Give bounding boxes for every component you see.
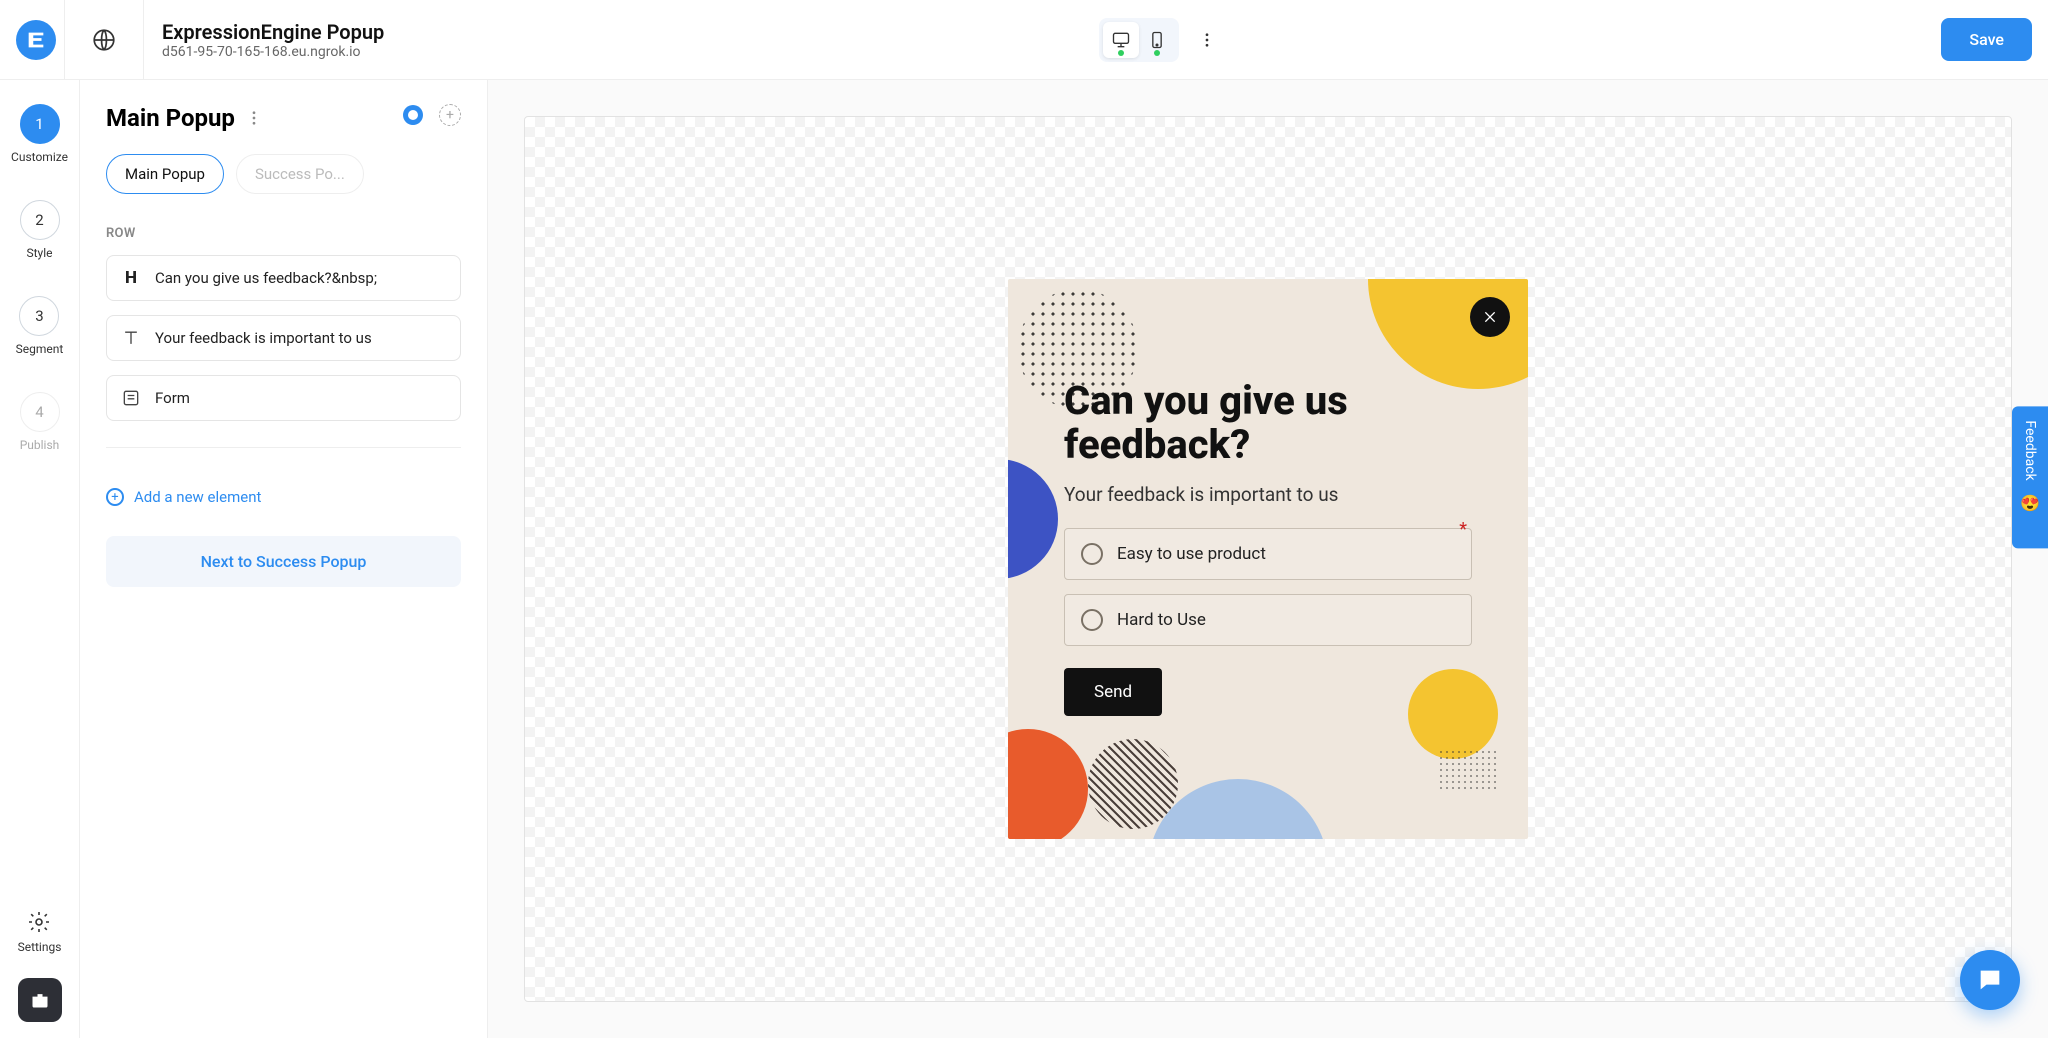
popup-heading[interactable]: Can you give us feedback? <box>1064 379 1472 467</box>
rail-step-customize[interactable]: 1 Customize <box>11 104 68 164</box>
app-logo[interactable] <box>16 20 56 60</box>
status-dot <box>1154 50 1160 56</box>
header-more-menu[interactable] <box>1187 20 1227 60</box>
rail-step-number: 1 <box>20 104 60 144</box>
header-title: ExpressionEngine Popup <box>162 20 384 44</box>
next-to-success-button[interactable]: Next to Success Popup <box>106 536 461 587</box>
rail-settings[interactable]: Settings <box>18 910 62 954</box>
decor-circle-blue <box>1008 459 1058 579</box>
globe-icon <box>91 27 117 53</box>
device-mobile-button[interactable] <box>1139 22 1175 58</box>
rail-step-label: Publish <box>20 438 60 452</box>
editor-panel: Main Popup + Main Popup Success Po... RO… <box>80 80 488 1038</box>
decor-scribble <box>1438 749 1498 789</box>
heading-icon: H <box>121 268 141 288</box>
chat-fab[interactable] <box>1960 950 2020 1010</box>
row-item-text: Form <box>155 389 190 407</box>
site-scope-button[interactable] <box>64 0 144 79</box>
logo-icon <box>25 29 47 51</box>
popup-send-button[interactable]: Send <box>1064 668 1162 716</box>
chat-icon <box>1976 966 2004 994</box>
canvas-area: Can you give us feedback? Your feedback … <box>488 80 2048 1038</box>
popup-option-label: Easy to use product <box>1117 544 1266 564</box>
left-rail: 1 Customize 2 Style 3 Segment 4 Publish … <box>0 80 80 1038</box>
rail-step-label: Customize <box>11 150 68 164</box>
radio-icon <box>1081 543 1103 565</box>
panel-add-button[interactable]: + <box>439 104 461 126</box>
more-vertical-icon <box>1198 31 1216 49</box>
header-title-block: ExpressionEngine Popup d561-95-70-165-16… <box>162 20 384 60</box>
popup-option-2[interactable]: Hard to Use <box>1064 594 1472 646</box>
status-dot <box>1118 50 1124 56</box>
rail-step-segment[interactable]: 3 Segment <box>16 296 64 356</box>
decor-hatch <box>1088 739 1178 829</box>
popup-tabs: Main Popup Success Po... <box>106 154 461 194</box>
rail-step-number: 2 <box>20 200 60 240</box>
header-subtitle: d561-95-70-165-168.eu.ngrok.io <box>162 44 384 60</box>
radio-icon <box>1081 609 1103 631</box>
artboard-frame[interactable]: Can you give us feedback? Your feedback … <box>524 116 2012 1002</box>
feedback-emoji-icon: 😍 <box>2020 493 2040 512</box>
row-section-label: ROW <box>106 226 461 241</box>
mobile-icon <box>1147 30 1167 50</box>
gear-icon <box>27 910 51 934</box>
feedback-side-tab[interactable]: Feedback 😍 <box>2012 407 2048 548</box>
rail-step-number: 3 <box>19 296 59 336</box>
row-form-element[interactable]: Form <box>106 375 461 421</box>
popup-close-button[interactable] <box>1470 297 1510 337</box>
rail-step-label: Style <box>26 246 52 260</box>
rail-step-number: 4 <box>20 392 60 432</box>
panel-title: Main Popup <box>106 104 235 132</box>
panel-active-toggle[interactable] <box>403 105 423 125</box>
decor-circle-red <box>1008 729 1088 839</box>
panel-divider <box>106 447 461 448</box>
panel-header-actions: + <box>403 104 461 126</box>
close-icon <box>1482 309 1498 325</box>
device-toggle <box>1099 18 1179 62</box>
popup-option-1[interactable]: * Easy to use product <box>1064 528 1472 580</box>
desktop-icon <box>1111 30 1131 50</box>
row-text-element[interactable]: Your feedback is important to us <box>106 315 461 361</box>
device-desktop-button[interactable] <box>1103 22 1139 58</box>
form-icon <box>121 388 141 408</box>
popup-subheading[interactable]: Your feedback is important to us <box>1064 483 1472 506</box>
add-element-button[interactable]: + Add a new element <box>106 488 461 506</box>
rail-step-style[interactable]: 2 Style <box>20 200 60 260</box>
popup-option-label: Hard to Use <box>1117 610 1206 630</box>
decor-circle-yellow-small <box>1408 669 1498 759</box>
decor-dots <box>1018 289 1138 409</box>
decor-circle-yellow <box>1368 279 1528 389</box>
required-marker: * <box>1459 519 1467 540</box>
popup-preview[interactable]: Can you give us feedback? Your feedback … <box>1008 279 1528 839</box>
feedback-tab-label: Feedback <box>2022 421 2038 481</box>
text-icon <box>121 328 141 348</box>
row-item-text: Your feedback is important to us <box>155 329 372 347</box>
save-button[interactable]: Save <box>1941 18 2032 61</box>
rail-step-publish[interactable]: 4 Publish <box>20 392 60 452</box>
add-element-label: Add a new element <box>134 488 261 506</box>
row-heading-element[interactable]: H Can you give us feedback?&nbsp; <box>106 255 461 301</box>
rail-step-label: Segment <box>16 342 64 356</box>
rail-settings-label: Settings <box>18 940 62 954</box>
tab-main-popup[interactable]: Main Popup <box>106 154 224 194</box>
rail-toolbox-button[interactable] <box>18 978 62 1022</box>
briefcase-icon <box>30 990 50 1010</box>
tab-success-popup[interactable]: Success Po... <box>236 154 364 194</box>
more-vertical-icon[interactable] <box>245 109 263 127</box>
app-header: ExpressionEngine Popup d561-95-70-165-16… <box>0 0 2048 80</box>
plus-icon: + <box>106 488 124 506</box>
row-item-text: Can you give us feedback?&nbsp; <box>155 269 377 287</box>
